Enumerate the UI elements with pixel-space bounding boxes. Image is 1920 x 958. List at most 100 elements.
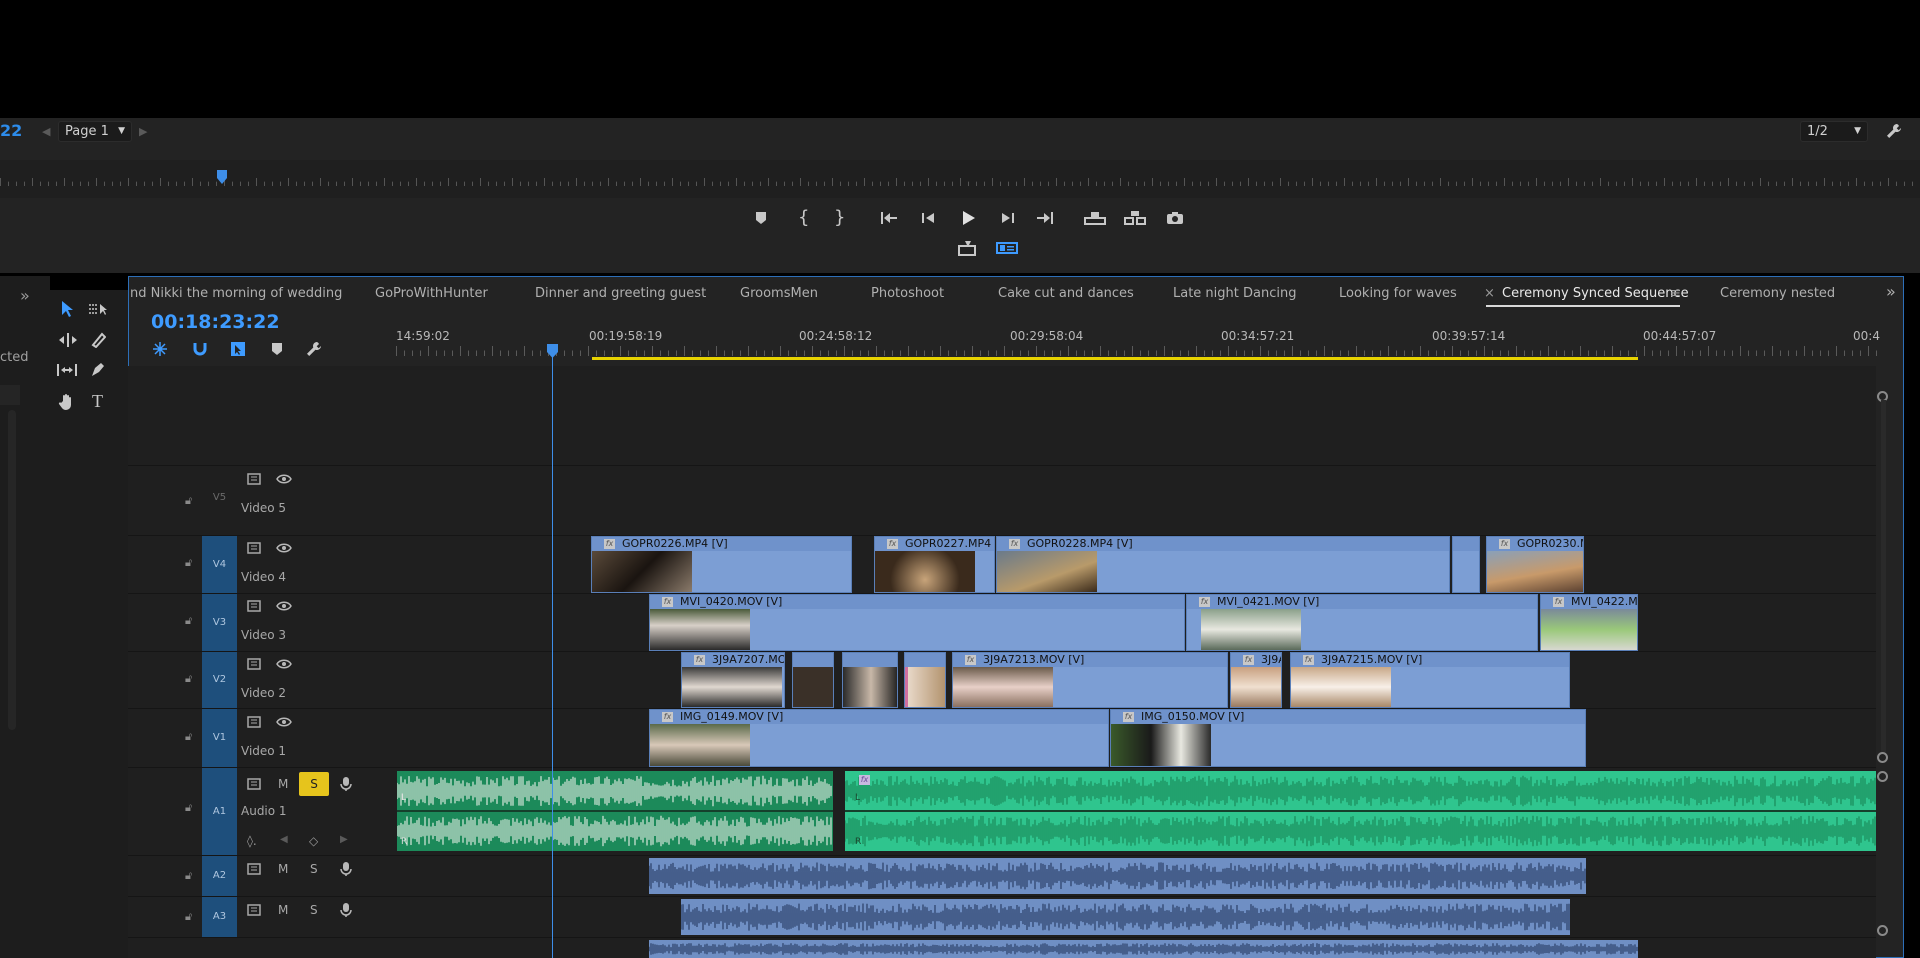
add-keyframe-icon[interactable]: ◇	[309, 834, 318, 848]
eye-icon[interactable]	[276, 716, 292, 728]
audio-scroll-top-handle[interactable]	[1877, 771, 1888, 782]
tab-ceremony-synced[interactable]: Ceremony Synced Sequence	[1502, 286, 1689, 301]
microphone-icon[interactable]	[340, 861, 352, 877]
audio-clip-a1-left[interactable]: L R	[397, 771, 833, 851]
go-to-out-icon[interactable]	[1036, 211, 1054, 225]
time-ruler-ticks[interactable]	[396, 346, 1880, 356]
video-clip[interactable]: fx GOPR0230.M	[1486, 536, 1584, 593]
overlay-icon[interactable]	[996, 240, 1018, 256]
zoom-select[interactable]: 1/2 ▼	[1800, 121, 1868, 142]
solo-button[interactable]: S	[310, 903, 318, 917]
eye-icon[interactable]	[276, 658, 292, 670]
audio-scroll-bottom-handle[interactable]	[1877, 925, 1888, 936]
mute-button[interactable]: M	[278, 777, 288, 791]
video-clip[interactable]: fx GOPR0226.MP4 [V]	[591, 536, 852, 593]
pen-tool-icon[interactable]	[90, 362, 106, 378]
video-clip[interactable]: fx 3J9A7207.MOV	[681, 652, 785, 708]
video-clip[interactable]	[792, 652, 834, 708]
solo-button[interactable]: S	[299, 772, 329, 796]
tab-looking-for-waves[interactable]: Looking for waves	[1339, 286, 1457, 301]
snap-icon[interactable]	[192, 341, 208, 357]
track-target-a1[interactable]: A1	[202, 768, 237, 855]
lock-icon[interactable]: 🔓︎	[185, 494, 192, 508]
video-clip[interactable]: fx GOPR0227.MP4 [V]	[874, 536, 995, 593]
panel-scrollbar[interactable]	[8, 410, 16, 730]
page-next-icon[interactable]: ▶	[139, 125, 147, 138]
video-clip[interactable]: fx MVI_0421.MOV [V]	[1186, 594, 1538, 651]
next-keyframe-icon[interactable]: ▶	[340, 834, 348, 845]
sync-lock-icon[interactable]	[247, 600, 261, 612]
page-prev-icon[interactable]: ◀	[42, 125, 50, 138]
eye-icon[interactable]	[276, 473, 292, 485]
audio-clip-a2[interactable]	[649, 858, 1586, 894]
tab-groomsmen[interactable]: GroomsMen	[740, 286, 818, 301]
video-clip[interactable]	[842, 652, 898, 708]
track-target-a3[interactable]: A3	[202, 897, 237, 937]
video-clip[interactable]: fx 3J9A7215.MOV [V]	[1290, 652, 1570, 708]
mark-in-icon[interactable]: {	[798, 207, 809, 228]
track-target-v2[interactable]: V2	[202, 652, 237, 708]
sync-lock-icon[interactable]	[247, 658, 261, 670]
play-icon[interactable]	[960, 210, 976, 226]
tab-close-icon[interactable]: ×	[1484, 286, 1495, 301]
ripple-edit-tool-icon[interactable]	[58, 333, 78, 347]
track-select-tool-icon[interactable]	[88, 302, 108, 316]
volume-keyframe-icon[interactable]: ◊.	[247, 834, 257, 848]
lock-icon[interactable]: 🔓︎	[185, 614, 192, 628]
lock-icon[interactable]: 🔓︎	[185, 556, 192, 570]
video-clip[interactable]	[904, 652, 946, 708]
type-tool-icon[interactable]: T	[92, 391, 103, 412]
step-back-icon[interactable]	[920, 211, 936, 225]
timeline-settings-icon[interactable]	[306, 341, 322, 357]
track-target-v3[interactable]: V3	[202, 594, 237, 651]
prev-keyframe-icon[interactable]: ◀	[280, 834, 288, 845]
video-clip[interactable]: fx MVI_0422.MC	[1540, 594, 1638, 651]
video-clip[interactable]: fx 3J9A	[1230, 652, 1282, 708]
video-clip[interactable]: fx GOPR0228.MP4 [V]	[996, 536, 1450, 593]
video-scroll-bottom-handle[interactable]	[1877, 752, 1888, 763]
hand-tool-icon[interactable]	[58, 393, 76, 411]
video-scrollbar[interactable]	[1881, 400, 1886, 752]
video-clip[interactable]: fx IMG_0149.MOV [V]	[649, 709, 1109, 767]
sync-lock-icon[interactable]	[247, 473, 261, 485]
video-clip[interactable]	[1452, 536, 1480, 593]
eye-icon[interactable]	[276, 542, 292, 554]
page-select[interactable]: Page 1 ▼	[58, 121, 132, 142]
mute-button[interactable]: M	[278, 903, 288, 917]
sequence-timecode[interactable]: 00:18:23:22	[151, 311, 280, 333]
panel-expand-icon[interactable]: »	[20, 286, 30, 305]
tab-photoshoot[interactable]: Photoshoot	[871, 286, 944, 301]
extract-icon[interactable]	[1124, 210, 1146, 226]
tab-goprowithhunter[interactable]: GoProWithHunter	[375, 286, 488, 301]
lock-icon[interactable]: 🔓︎	[185, 910, 192, 924]
export-frame-icon[interactable]	[1166, 211, 1184, 225]
video-clip[interactable]: fx 3J9A7213.MOV [V]	[952, 652, 1228, 708]
tab-ceremony-nested[interactable]: Ceremony nested	[1720, 286, 1835, 301]
sync-lock-icon[interactable]	[247, 542, 261, 554]
audio-clip-a4[interactable]	[649, 940, 1638, 958]
sync-lock-icon[interactable]	[247, 904, 261, 916]
track-target-v1[interactable]: V1	[202, 709, 237, 767]
nest-toggle-icon[interactable]	[152, 341, 168, 357]
track-target-v5[interactable]: V5	[202, 492, 237, 510]
sync-lock-icon[interactable]	[247, 863, 261, 875]
tab-late-night[interactable]: Late night Dancing	[1173, 286, 1296, 301]
sync-lock-icon[interactable]	[247, 778, 261, 790]
work-area-bar[interactable]	[592, 357, 1638, 360]
razor-tool-icon[interactable]	[90, 332, 106, 348]
slip-tool-icon[interactable]	[56, 363, 78, 377]
solo-button[interactable]: S	[310, 862, 318, 876]
insert-icon[interactable]	[958, 240, 978, 256]
video-clip[interactable]: fx MVI_0420.MOV [V]	[649, 594, 1185, 651]
go-to-in-icon[interactable]	[880, 211, 898, 225]
tab-morning-of-wedding[interactable]: nd Nikki the morning of wedding	[130, 286, 342, 301]
lock-icon[interactable]: 🔓︎	[185, 730, 192, 744]
mute-button[interactable]: M	[278, 862, 288, 876]
tabs-overflow-icon[interactable]: »	[1886, 282, 1896, 301]
microphone-icon[interactable]	[340, 776, 352, 792]
lock-icon[interactable]: 🔓︎	[185, 672, 192, 686]
video-clip[interactable]: fx IMG_0150.MOV [V]	[1110, 709, 1586, 767]
playhead[interactable]	[546, 344, 559, 358]
tab-menu-icon[interactable]: ≡	[1670, 286, 1681, 301]
audio-clip-a3[interactable]	[681, 899, 1570, 935]
